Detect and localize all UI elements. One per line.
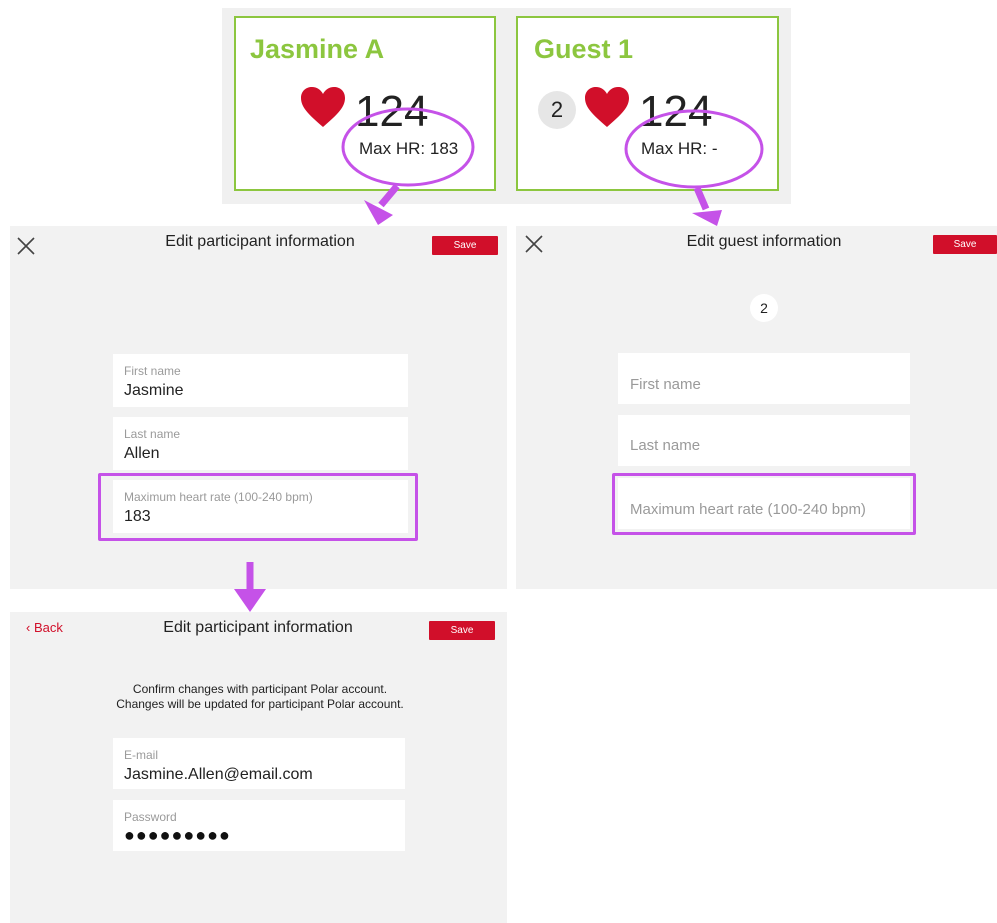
highlight-ellipse [341, 107, 475, 187]
arrow-head [234, 589, 266, 612]
annotation-overlay [234, 107, 764, 612]
arrow-head [364, 200, 393, 225]
arrow-shaft [378, 183, 400, 208]
arrow-head [692, 210, 722, 226]
highlight-ellipse [624, 109, 764, 189]
arrow-shaft [693, 186, 710, 211]
